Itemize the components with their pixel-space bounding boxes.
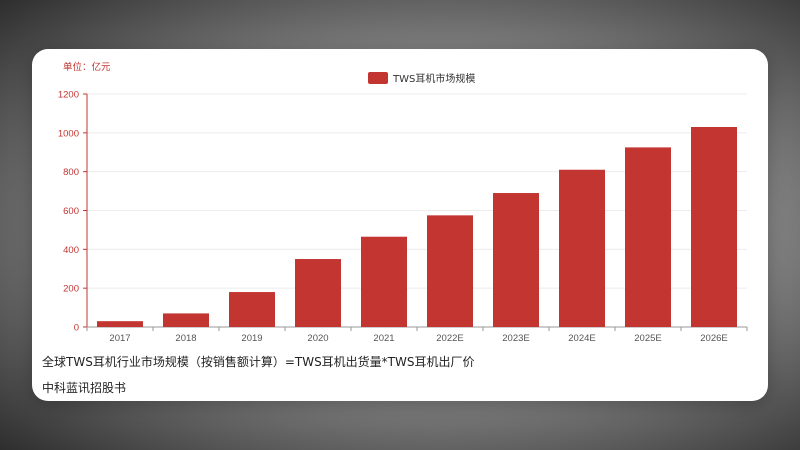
bar-2017 — [97, 321, 143, 327]
bar-chart: 0 200 400 600 800 1000 1200 2017 2018 2019 2020 202… — [58, 61, 748, 344]
bar-2023E — [493, 193, 539, 327]
x-tick-label: 2018 — [175, 333, 196, 344]
bar-2021 — [361, 236, 407, 327]
unit-label: 单位：亿元 — [63, 61, 111, 73]
legend-label: TWS耳机市场规模 — [392, 72, 475, 85]
x-tick-label: 2023E — [502, 333, 529, 344]
bar-2020 — [295, 259, 341, 327]
y-tick-label: 1200 — [58, 90, 79, 101]
y-tick-label: 600 — [63, 206, 79, 217]
x-tick-label: 2022E — [436, 333, 463, 344]
bar-2022E — [427, 215, 473, 327]
chart-card: 0 200 400 600 800 1000 1200 2017 2018 2019 2020 202… — [32, 49, 768, 401]
bar-2026E — [691, 127, 737, 327]
x-tick-label: 2017 — [109, 333, 130, 344]
bar-2025E — [625, 147, 671, 327]
x-tick-label: 2025E — [634, 333, 661, 344]
y-tick-label: 1000 — [58, 128, 79, 139]
legend-swatch — [368, 72, 388, 84]
y-tick-label: 800 — [63, 167, 79, 178]
chart-source: 中科蓝讯招股书 — [42, 381, 127, 395]
chart-caption: 全球TWS耳机行业市场规模（按销售额计算）=TWS耳机出货量*TWS耳机出厂价 — [42, 355, 475, 369]
x-tick-label: 2020 — [307, 333, 328, 344]
bar-2018 — [163, 313, 209, 327]
x-tick-label: 2019 — [241, 333, 262, 344]
y-tick-label: 200 — [63, 284, 79, 295]
y-tick-label: 0 — [74, 323, 79, 334]
x-tick-label: 2024E — [568, 333, 595, 344]
x-tick-label: 2021 — [373, 333, 394, 344]
bar-2024E — [559, 169, 605, 327]
x-tick-label: 2026E — [700, 333, 727, 344]
bar-2019 — [229, 292, 275, 327]
y-tick-label: 400 — [63, 245, 79, 256]
